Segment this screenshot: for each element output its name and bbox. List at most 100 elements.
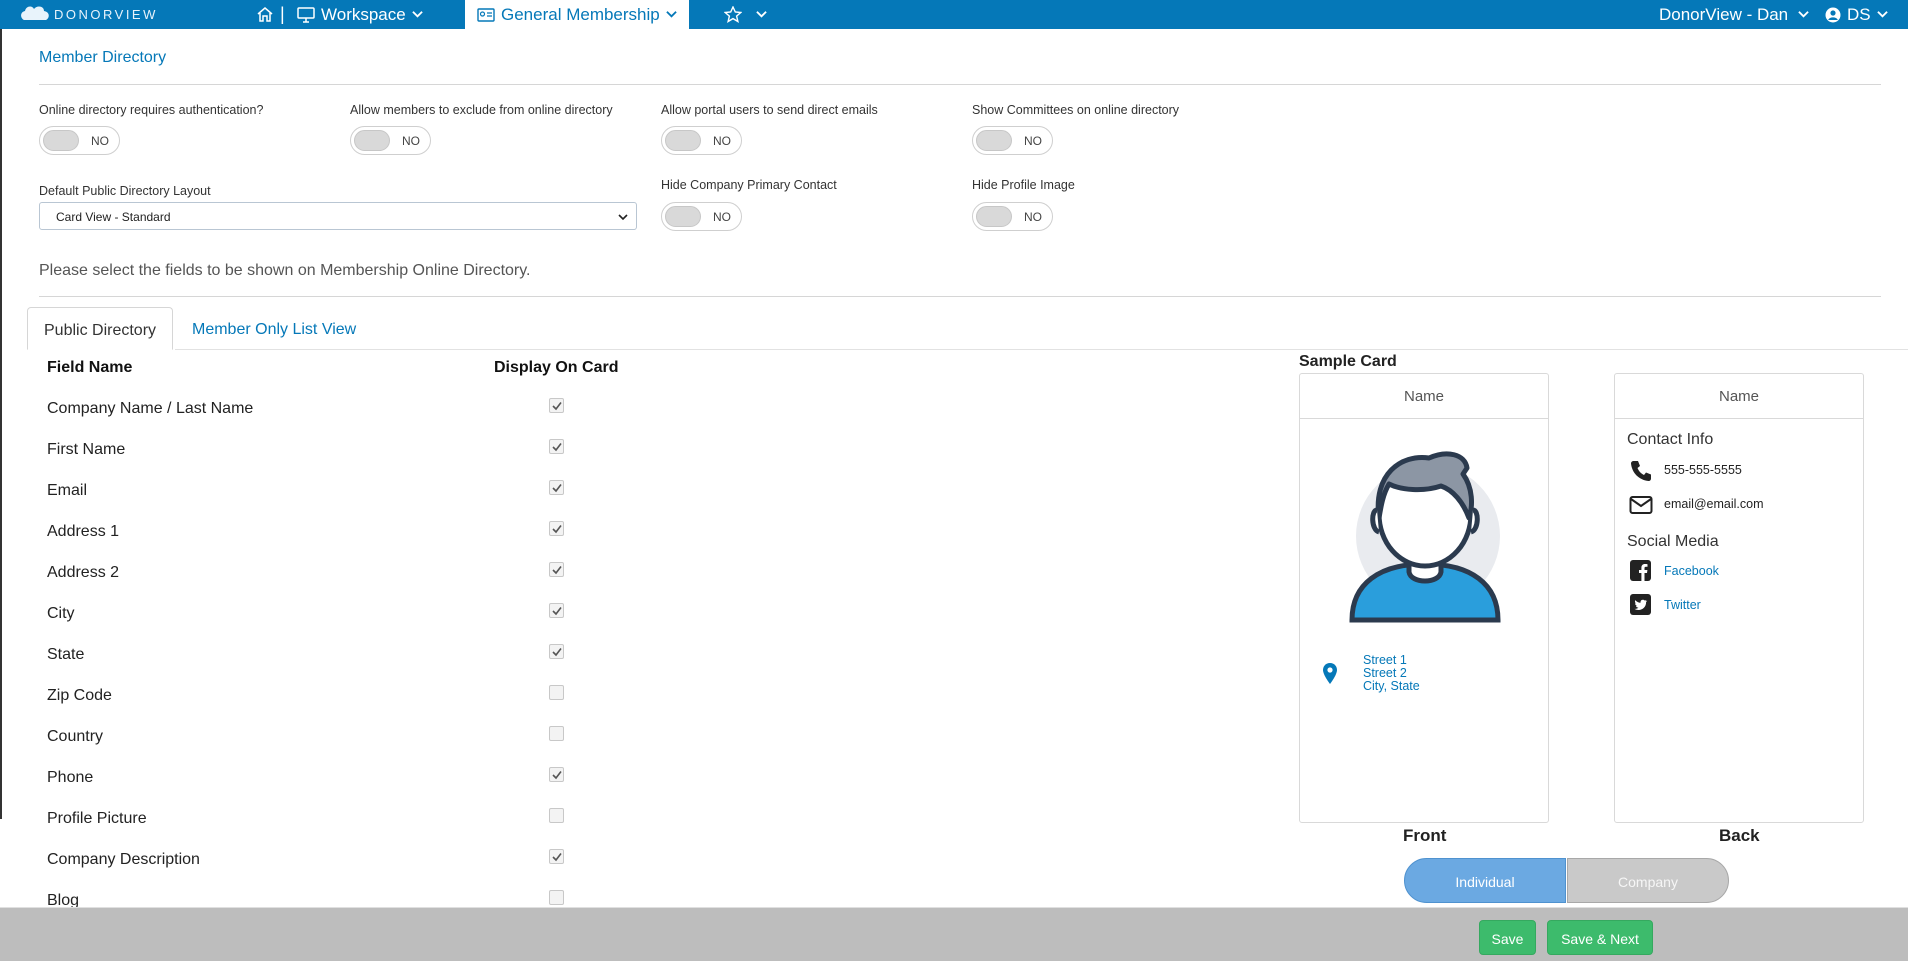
- toggle-knob: [976, 130, 1012, 151]
- display-on-card-checkbox[interactable]: [549, 562, 564, 577]
- option-label-allow-exclude: Allow members to exclude from online dir…: [350, 103, 613, 117]
- save-and-next-button[interactable]: Save & Next: [1547, 920, 1653, 955]
- display-on-card-checkbox[interactable]: [549, 480, 564, 495]
- user-circle-icon: [1825, 7, 1841, 22]
- map-pin-icon: [1323, 663, 1337, 684]
- user-menu[interactable]: DS: [1825, 0, 1888, 29]
- display-on-card-checkbox[interactable]: [549, 767, 564, 782]
- toggle-hide-profile-image[interactable]: NO: [972, 202, 1053, 231]
- field-name: Address 2: [47, 564, 120, 581]
- save-button[interactable]: Save: [1479, 920, 1536, 955]
- address-line-3: City, State: [1363, 679, 1420, 693]
- module-label: General Membership: [501, 4, 660, 24]
- field-name: State: [47, 646, 85, 663]
- toggle-direct-emails[interactable]: NO: [661, 126, 742, 155]
- column-header-display-on-card: Display On Card: [494, 359, 619, 376]
- back-caption: Back: [1719, 826, 1760, 845]
- workspace-menu[interactable]: Workspace: [297, 0, 423, 29]
- chevron-down-icon: [666, 11, 677, 18]
- field-name: Company Name / Last Name: [47, 400, 254, 417]
- option-label-hide-primary-contact: Hide Company Primary Contact: [661, 178, 837, 192]
- toggle-knob: [43, 130, 79, 151]
- sample-facebook-link[interactable]: Facebook: [1664, 564, 1719, 578]
- left-edge-border: [0, 29, 2, 819]
- tab-member-only-list-view[interactable]: Member Only List View: [176, 307, 372, 350]
- layout-select[interactable]: Card View - Standard: [39, 202, 637, 230]
- tab-public-directory[interactable]: Public Directory: [27, 307, 174, 350]
- user-initials: DS: [1847, 4, 1871, 24]
- toggle-value: NO: [402, 134, 420, 148]
- toggle-knob: [354, 130, 390, 151]
- toggle-require-auth[interactable]: NO: [39, 126, 120, 155]
- logo-icon: [21, 6, 49, 21]
- workspace-label: Workspace: [321, 4, 406, 24]
- sample-address: Street 1 Street 2 City, State: [1363, 654, 1420, 693]
- option-label-require-auth: Online directory requires authentication…: [39, 103, 264, 117]
- layout-label: Default Public Directory Layout: [39, 184, 211, 198]
- checkmark-icon: [552, 853, 562, 862]
- option-label-direct-emails: Allow portal users to send direct emails: [661, 103, 878, 117]
- display-on-card-checkbox[interactable]: [549, 439, 564, 454]
- field-name: Profile Picture: [47, 810, 147, 827]
- toggle-value: NO: [1024, 134, 1042, 148]
- layout-select-value: Card View - Standard: [56, 210, 171, 224]
- field-name: Phone: [47, 769, 94, 786]
- checkmark-icon: [552, 484, 562, 493]
- company-toggle-button[interactable]: Company: [1567, 858, 1729, 903]
- display-on-card-checkbox[interactable]: [549, 603, 564, 618]
- home-nav[interactable]: |: [256, 0, 285, 29]
- facebook-icon: [1630, 560, 1651, 581]
- chevron-down-icon: [1876, 11, 1888, 18]
- tab-underline: [175, 349, 1908, 350]
- option-label-show-committees: Show Committees on online directory: [972, 103, 1180, 117]
- display-on-card-checkbox[interactable]: [549, 849, 564, 864]
- display-on-card-checkbox[interactable]: [549, 521, 564, 536]
- nav-separator: |: [280, 4, 285, 24]
- top-navbar: DONORVIEW | Workspace General Membership…: [0, 0, 1908, 29]
- sample-email: email@email.com: [1664, 497, 1764, 511]
- org-menu[interactable]: DonorView - Dan: [1659, 0, 1809, 29]
- display-on-card-checkbox[interactable]: [549, 398, 564, 413]
- instructions-text: Please select the fields to be shown on …: [39, 262, 531, 279]
- checkmark-icon: [552, 607, 562, 616]
- checkmark-icon: [552, 443, 562, 452]
- card-name-header: Name: [1615, 374, 1863, 419]
- field-name: City: [47, 605, 75, 622]
- sample-phone: 555-555-5555: [1664, 463, 1742, 477]
- front-caption: Front: [1403, 826, 1447, 845]
- toggle-value: NO: [713, 210, 731, 224]
- toggle-show-committees[interactable]: NO: [972, 126, 1053, 155]
- display-on-card-checkbox[interactable]: [549, 726, 564, 741]
- card-name-header: Name: [1300, 374, 1548, 419]
- sample-twitter-link[interactable]: Twitter: [1664, 598, 1701, 612]
- sample-card-title: Sample Card: [1299, 353, 1397, 370]
- toggle-value: NO: [1024, 210, 1042, 224]
- toggle-knob: [976, 206, 1012, 227]
- chevron-down-icon: [756, 11, 767, 18]
- display-on-card-checkbox[interactable]: [549, 808, 564, 823]
- page-title: Member Directory: [39, 49, 167, 66]
- phone-icon: [1631, 461, 1651, 481]
- toggle-knob: [665, 206, 701, 227]
- favorites-menu[interactable]: [724, 0, 767, 29]
- individual-toggle-button[interactable]: Individual: [1404, 858, 1566, 903]
- toggle-allow-exclude[interactable]: NO: [350, 126, 431, 155]
- field-name: Address 1: [47, 523, 120, 540]
- general-membership-menu[interactable]: General Membership: [465, 0, 689, 29]
- social-media-title: Social Media: [1627, 533, 1719, 550]
- avatar-placeholder-icon: [1349, 451, 1501, 623]
- monitor-icon: [297, 6, 315, 23]
- sample-card-front: Name: [1299, 373, 1549, 823]
- field-name: Country: [47, 728, 104, 745]
- donorview-logo[interactable]: DONORVIEW: [20, 3, 158, 25]
- toggle-value: NO: [91, 134, 109, 148]
- toggle-value: NO: [713, 134, 731, 148]
- display-on-card-checkbox[interactable]: [549, 685, 564, 700]
- display-on-card-checkbox[interactable]: [549, 644, 564, 659]
- display-on-card-checkbox[interactable]: [549, 890, 564, 905]
- field-name: Company Description: [47, 851, 200, 868]
- toggle-hide-primary-contact[interactable]: NO: [661, 202, 742, 231]
- column-header-field-name: Field Name: [47, 359, 133, 376]
- checkmark-icon: [552, 402, 562, 411]
- contact-info-title: Contact Info: [1627, 431, 1714, 448]
